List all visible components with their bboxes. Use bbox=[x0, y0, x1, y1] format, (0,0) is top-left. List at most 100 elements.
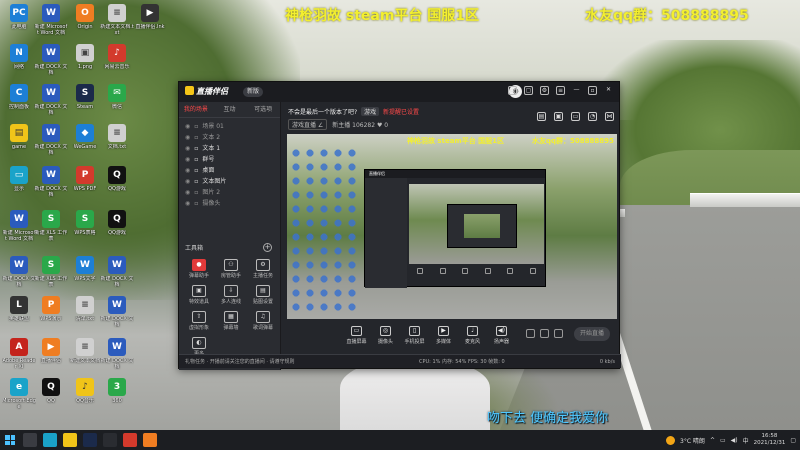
clock[interactable]: 16:58 2021/12/31 bbox=[754, 433, 786, 447]
search-icon[interactable] bbox=[23, 433, 37, 447]
eye-icon[interactable]: ◉ bbox=[185, 132, 190, 143]
start-live-button[interactable]: 开始直播 bbox=[574, 327, 610, 341]
eye-icon[interactable]: ◉ bbox=[185, 165, 190, 176]
app-icon[interactable] bbox=[103, 433, 117, 447]
desktop-icon[interactable]: W 新建 DOCX 文档 bbox=[100, 338, 134, 380]
scene-item[interactable]: ◉ ▫ 群号 bbox=[179, 154, 280, 165]
lock-icon[interactable]: ▣ bbox=[554, 112, 563, 121]
desktop-icon[interactable]: W 新建 DOCX 文档 bbox=[100, 256, 134, 298]
eye-icon[interactable]: ◉ bbox=[185, 176, 190, 187]
desktop-icon[interactable]: S WPS表格 bbox=[68, 210, 102, 252]
gear-icon[interactable] bbox=[554, 329, 563, 338]
source-button[interactable]: ▯ 手机投屏 bbox=[400, 324, 429, 345]
tab-interaction[interactable]: 互动 bbox=[213, 102, 247, 117]
scene-item[interactable]: ◉ ▫ 文本图片 bbox=[179, 176, 280, 187]
tab-my-scenes[interactable]: 我的场景 bbox=[179, 102, 213, 117]
desktop-icon[interactable]: W 新建 DOCX 文档 bbox=[34, 166, 68, 208]
desktop-icon[interactable]: W 新建 Microsoft Word 文档 bbox=[34, 4, 68, 46]
close-icon[interactable]: ✕ bbox=[604, 86, 613, 95]
desktop-icon[interactable]: Q QQ游戏 bbox=[100, 166, 134, 208]
desktop-icon[interactable]: Q QQ游戏 bbox=[100, 210, 134, 252]
status-message[interactable]: 礼物任务 · 开播前请关注您的直播间 · 请遵守规则 bbox=[185, 359, 295, 365]
desktop-icon[interactable]: W 新建 DOCX 文档 bbox=[2, 256, 36, 298]
source-button[interactable]: ▭ 直播屏幕 bbox=[342, 324, 371, 345]
desktop-icon[interactable]: S 新建 XLS 工作表 bbox=[34, 210, 68, 252]
scene-item[interactable]: ◉ ▫ 文本 1 bbox=[179, 143, 280, 154]
tool-item[interactable]: ● 弹幕助手 bbox=[183, 259, 215, 279]
ime-icon[interactable]: 中 bbox=[743, 436, 749, 445]
lock-icon[interactable]: ▫ bbox=[194, 187, 198, 198]
reminder-text[interactable]: 新提醒已设置 bbox=[383, 109, 419, 116]
desktop-icon[interactable]: ▶ 直播伴侣 bbox=[34, 338, 68, 380]
desktop-icon[interactable]: A Adobe Reader XI bbox=[2, 338, 36, 380]
desktop-icon[interactable]: O Origin bbox=[68, 4, 102, 46]
source-button[interactable]: ▶ 多媒体 bbox=[429, 324, 458, 345]
desktop-icon[interactable]: P WPS PDF bbox=[68, 166, 102, 208]
tool-item[interactable]: ♫ 歌词弹幕 bbox=[247, 311, 279, 331]
eye-icon[interactable]: ◉ bbox=[185, 121, 190, 132]
desktop-icon[interactable]: ♪ 网易云音乐 bbox=[100, 44, 134, 86]
desktop-icon[interactable]: S Steam bbox=[68, 84, 102, 126]
lock-icon[interactable]: ▫ bbox=[194, 198, 198, 209]
category-selector[interactable]: 游戏直播 ∠ bbox=[288, 119, 328, 130]
volume-icon[interactable]: ◀) bbox=[731, 437, 738, 444]
maximize-icon[interactable]: ▫ bbox=[588, 86, 597, 95]
desktop-icon[interactable]: W 新建 DOCX 文档 bbox=[34, 124, 68, 166]
desktop-icon[interactable]: ≡ 新建文本文档 bbox=[68, 338, 102, 380]
record-icon[interactable] bbox=[526, 329, 535, 338]
lock-icon[interactable]: ▫ bbox=[194, 121, 198, 132]
source-button[interactable]: ◀) 扬声器 bbox=[487, 324, 516, 345]
eye-icon[interactable]: ◉ bbox=[185, 187, 190, 198]
desktop-icon[interactable]: PC 此电脑 bbox=[2, 4, 36, 46]
tool-item[interactable]: ▤ 贴图设置 bbox=[247, 285, 279, 305]
desktop-icon[interactable]: W 新建 DOCX 文档 bbox=[34, 84, 68, 126]
lock-icon[interactable]: ▫ bbox=[194, 143, 198, 154]
tool-item[interactable]: ⚇ 房管助手 bbox=[215, 259, 247, 279]
notification-icon[interactable]: ▤ bbox=[537, 112, 546, 121]
desktop-icon[interactable]: ≡ 文档.txt bbox=[100, 124, 134, 166]
tray-arrow-icon[interactable]: ^ bbox=[710, 437, 715, 444]
folder-icon[interactable] bbox=[63, 433, 77, 447]
desktop-icon[interactable]: Q QQ bbox=[34, 378, 68, 420]
bell-icon[interactable]: ◔ bbox=[588, 112, 597, 121]
minimize-icon[interactable]: — bbox=[572, 86, 581, 95]
scene-item[interactable]: ◉ ▫ 桌面 bbox=[179, 165, 280, 176]
scene-item[interactable]: ◉ ▫ 摄像头 bbox=[179, 198, 280, 209]
weather-icon[interactable] bbox=[666, 435, 676, 445]
desktop-icon[interactable]: ≡ 清单.txt bbox=[68, 296, 102, 338]
live-companion-window[interactable]: 直播伴侣 新版 ◉ ▭ ▢ ⚙ ≡ — ▫ ✕ 我的场景 互动 可选项 ◉ ▫ 场景… bbox=[178, 81, 621, 370]
desktop-icon[interactable]: ◆ WeGame bbox=[68, 124, 102, 166]
window-icon[interactable]: ▭ bbox=[571, 112, 580, 121]
desktop-icon[interactable]: ✉ 微信 bbox=[100, 84, 134, 126]
desktop-icon[interactable]: 3 360 bbox=[100, 378, 134, 420]
live-app-icon[interactable] bbox=[123, 433, 137, 447]
lock-icon[interactable]: ▫ bbox=[194, 176, 198, 187]
version-badge[interactable]: 新版 bbox=[243, 87, 264, 97]
companion-taskbar-icon[interactable] bbox=[143, 433, 157, 447]
desktop-icon[interactable]: ▶ 直播伴侣.lnk bbox=[133, 4, 167, 46]
stream-preview[interactable]: 神枪羽故 steam平台 国服1区 水友qq群：508888895 直播伴侣 bbox=[287, 134, 617, 319]
share-icon[interactable]: ⋈ bbox=[605, 112, 614, 121]
desktop-icon[interactable]: W 新建 DOCX 文档 bbox=[100, 296, 134, 338]
desktop-icon[interactable]: L 英雄联盟 bbox=[2, 296, 36, 338]
desktop-icon[interactable]: S 新建 XLS 工作表 bbox=[34, 256, 68, 298]
eye-icon[interactable]: ◉ bbox=[185, 154, 190, 165]
eye-icon[interactable]: ◉ bbox=[185, 198, 190, 209]
desktop-icon[interactable]: N 网络 bbox=[2, 44, 36, 86]
lock-icon[interactable]: ▫ bbox=[194, 154, 198, 165]
eye-icon[interactable]: ◉ bbox=[185, 143, 190, 154]
lock-icon[interactable]: ▫ bbox=[194, 165, 198, 176]
scene-item[interactable]: ◉ ▫ 图片 2 bbox=[179, 187, 280, 198]
desktop-icon[interactable]: C 控制面板 bbox=[2, 84, 36, 126]
desktop-icon[interactable]: ≡ 新建文本文档.txt bbox=[100, 4, 134, 46]
tool-item[interactable]: ⇧ 虚拟形象 bbox=[183, 311, 215, 331]
settings-icon[interactable]: ⚙ bbox=[540, 86, 549, 95]
tool-item[interactable]: ▦ 弹幕墙 bbox=[215, 311, 247, 331]
add-tool-icon[interactable]: + bbox=[263, 243, 272, 252]
desktop-icon[interactable]: e Microsoft Edge bbox=[2, 378, 36, 420]
tool-item[interactable]: ▣ 特效道具 bbox=[183, 285, 215, 305]
network-icon[interactable]: ▭ bbox=[720, 437, 726, 444]
desktop-icon[interactable]: ▣ 1.png bbox=[68, 44, 102, 86]
gift-icon[interactable]: ▢ bbox=[524, 86, 533, 95]
stream-title[interactable]: 不会是最后一个版本了吧? bbox=[288, 109, 357, 116]
